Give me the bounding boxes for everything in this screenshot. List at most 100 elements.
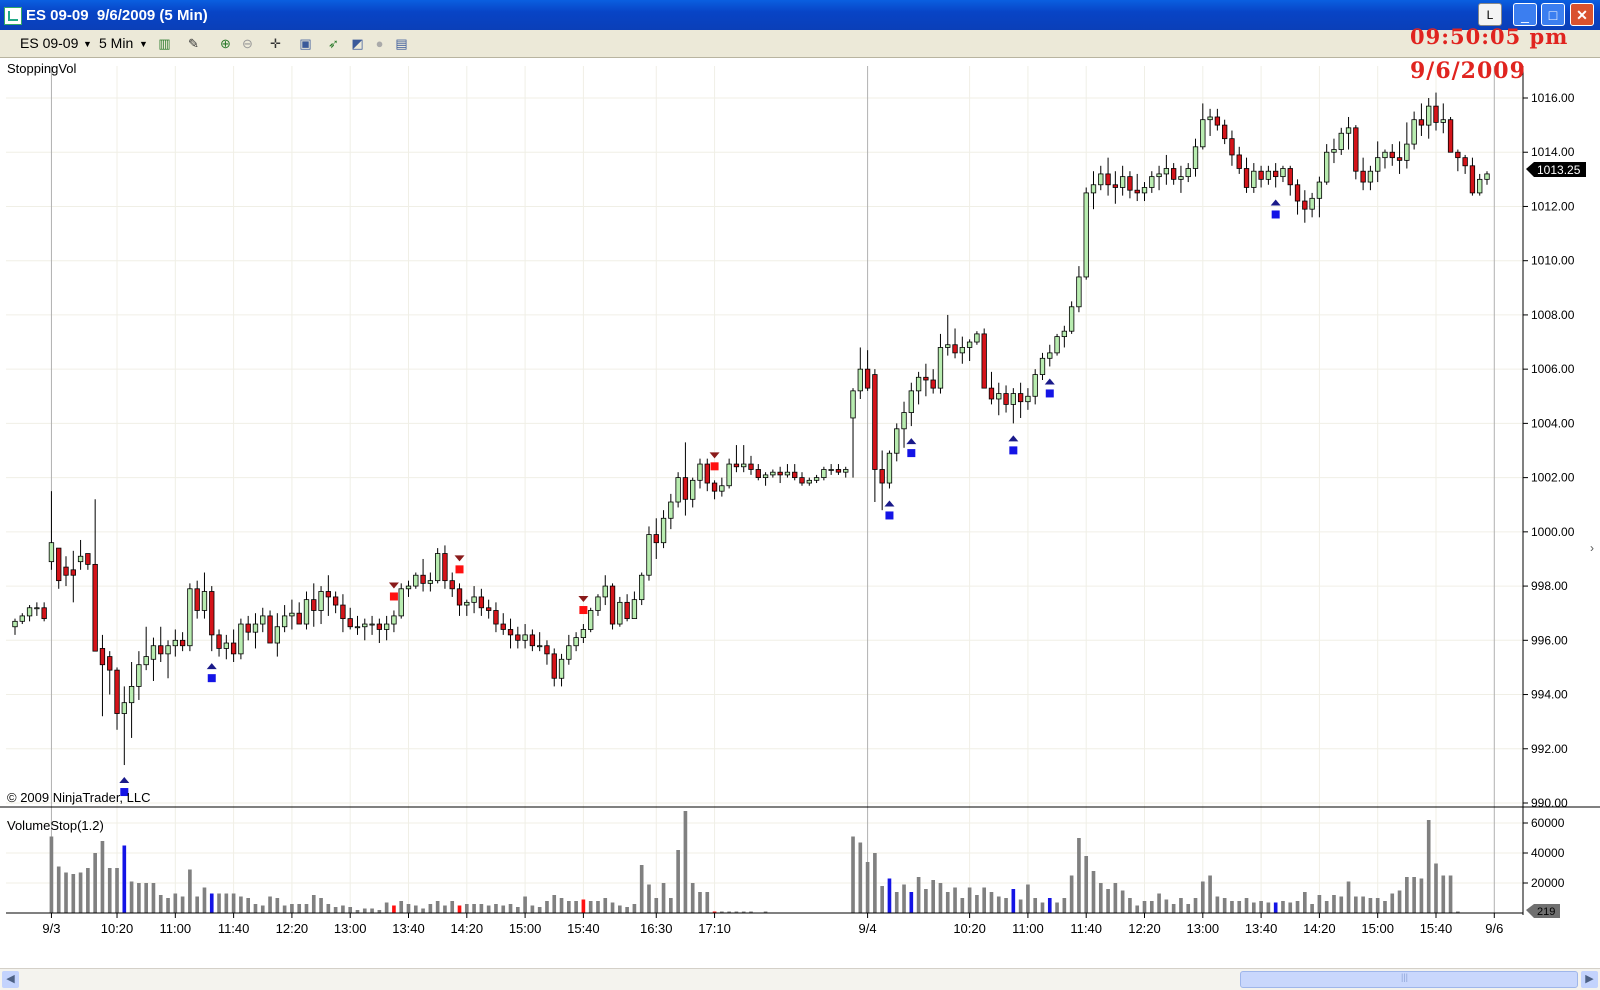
up-candle <box>741 463 747 468</box>
up-candle <box>150 645 157 660</box>
zoom-out-icon[interactable]: ⊖ <box>240 36 255 51</box>
clock-time: 09:50:05 pm <box>1410 24 1569 49</box>
chart-trader-icon[interactable]: ◩ <box>350 36 365 51</box>
scroll-left-icon[interactable]: ◀ <box>2 971 19 988</box>
chevron-right-icon[interactable]: › <box>1590 541 1594 555</box>
up-candle <box>201 591 208 611</box>
volume-bar <box>938 883 943 913</box>
volume-bar <box>1441 875 1446 913</box>
pencil-icon[interactable]: ✎ <box>186 36 201 51</box>
volume-bar <box>362 908 367 913</box>
up-candle <box>427 580 434 584</box>
volume-bar <box>246 898 251 913</box>
up-candle <box>136 664 142 687</box>
volume-bar <box>486 905 491 913</box>
volume-bar <box>129 881 134 913</box>
volume-bar <box>894 892 899 913</box>
stop-volume-bar <box>1047 898 1052 913</box>
down-candle <box>245 623 251 633</box>
climax-square-marker <box>455 565 464 574</box>
crosshair-icon[interactable]: ✛ <box>268 36 283 51</box>
up-candle <box>464 601 470 606</box>
volume-bar <box>1266 902 1271 913</box>
volume-bar <box>953 887 957 913</box>
close-button[interactable]: ✕ <box>1570 3 1594 26</box>
up-candle <box>383 623 390 630</box>
up-candle <box>660 517 667 544</box>
volume-bar <box>690 883 695 913</box>
strategy-icon[interactable]: ➶ <box>326 36 341 51</box>
down-candle <box>544 645 550 655</box>
chart-canvas[interactable]: 1016.00 1014.00 1012.00 1010.00 1008.00 1006.… <box>0 58 1600 968</box>
down-candle <box>1462 157 1468 167</box>
volume-bar <box>639 865 644 913</box>
volume-bar <box>1142 901 1147 913</box>
up-candle <box>573 637 579 647</box>
instrument-selector[interactable]: ES 09-09 <box>20 35 78 51</box>
buy-triangle-marker <box>206 663 217 670</box>
up-candle <box>770 471 776 476</box>
up-candle <box>843 469 849 473</box>
time-tick-label: 15:00 <box>509 921 542 936</box>
volume-bar <box>180 896 185 913</box>
up-candle <box>726 463 732 487</box>
volume-bar <box>1251 902 1256 913</box>
sell-triangle-marker <box>578 596 589 603</box>
volume-bar <box>202 887 207 913</box>
maximize-button[interactable]: □ <box>1541 3 1565 26</box>
chevron-down-icon[interactable]: ▼ <box>139 39 148 49</box>
scroll-right-icon[interactable]: ▶ <box>1581 971 1598 988</box>
volume-bar <box>217 893 221 913</box>
up-candle <box>1404 143 1410 161</box>
up-candle <box>303 599 310 625</box>
window-title: ES 09-09 9/6/2009 (5 Min) <box>26 7 208 24</box>
up-candle <box>996 393 1002 400</box>
volume-bar <box>1303 892 1307 913</box>
toolbar: ES 09-09 ▼ 5 Min ▼ ▥ ✎ ⊕ ⊖ ✛ ▣ ➶ ◩ ● ▤ <box>0 30 1600 58</box>
last-price-tag: 1013.25 <box>1526 162 1586 177</box>
horizontal-scrollbar[interactable]: ◀ ▶ <box>0 968 1600 990</box>
candlestick-icon[interactable]: ▥ <box>157 36 172 51</box>
volume-bar <box>115 868 119 913</box>
circle-icon[interactable]: ● <box>372 36 387 51</box>
volume-bar <box>1281 901 1285 913</box>
zoom-in-icon[interactable]: ⊕ <box>218 36 233 51</box>
scroll-thumb[interactable] <box>1240 971 1578 988</box>
down-candle <box>1003 393 1009 405</box>
down-candle <box>799 477 805 484</box>
volume-bar <box>1164 899 1169 913</box>
chart-area[interactable]: 1016.00 1014.00 1012.00 1010.00 1008.00 1006.… <box>0 58 1600 968</box>
up-candle <box>223 642 229 649</box>
properties-icon[interactable]: ▣ <box>298 36 313 51</box>
volume-bar <box>195 896 199 913</box>
volume-bar <box>610 902 615 913</box>
volume-bar <box>1098 883 1103 913</box>
stop-volume-bar <box>209 893 214 913</box>
volume-bar <box>137 883 141 913</box>
down-candle <box>792 471 798 479</box>
down-candle <box>92 563 98 652</box>
stop-volume-bar <box>1011 889 1016 913</box>
app-icon <box>4 7 22 25</box>
volume-bar <box>472 904 476 913</box>
minimize-button[interactable]: _ <box>1513 3 1537 26</box>
price-candles <box>12 92 1490 766</box>
stop-volume-bar <box>122 845 127 913</box>
up-candle <box>1156 173 1162 178</box>
interval-selector[interactable]: 5 Min <box>99 35 133 51</box>
volume-bar <box>1332 895 1336 913</box>
down-candle <box>981 333 987 389</box>
down-candle <box>1017 393 1024 403</box>
volume-bar <box>1215 896 1220 913</box>
down-candle <box>70 569 76 576</box>
volume-bar <box>188 869 192 913</box>
link-button[interactable]: L <box>1478 3 1502 26</box>
data-box-icon[interactable]: ▤ <box>394 36 409 51</box>
time-tick-label: 14:20 <box>1303 921 1336 936</box>
volume-bar <box>173 893 178 913</box>
up-candle <box>1207 116 1213 121</box>
price-tick-label: 1010.00 <box>1531 254 1575 268</box>
stop-volume-square-marker <box>885 511 894 520</box>
chevron-down-icon[interactable]: ▼ <box>83 39 92 49</box>
volume-bar <box>1018 899 1023 913</box>
